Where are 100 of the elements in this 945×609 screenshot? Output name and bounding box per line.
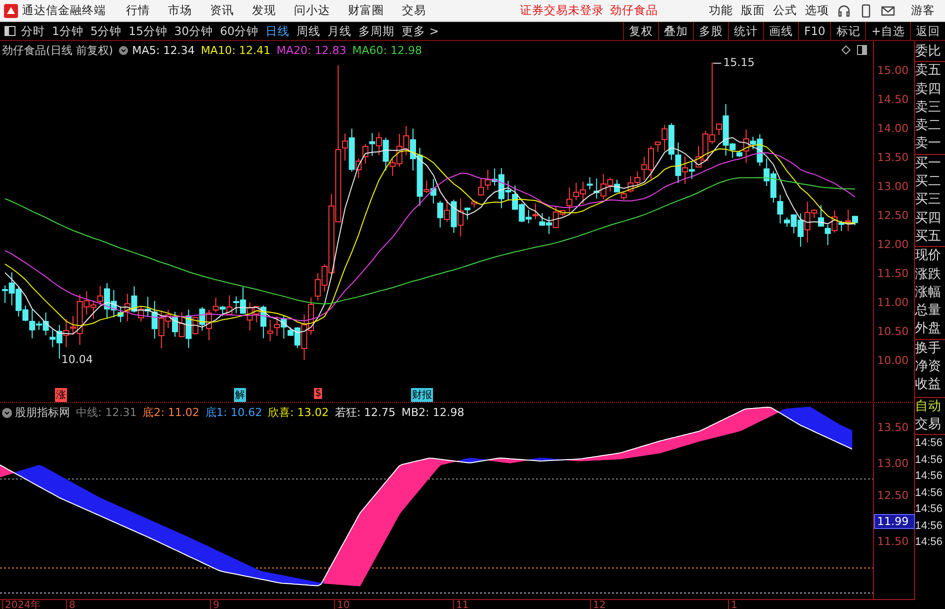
quote-label: 涨幅 (915, 284, 942, 302)
quote-label: 换手 (915, 340, 942, 358)
quote-label: 卖四 (915, 80, 942, 99)
chevron-circle-icon[interactable] (2, 408, 12, 418)
time-axis-label: 10 (334, 600, 350, 609)
indicator-axis-label: 11.50 (877, 535, 909, 548)
indicator-value: MB2: 12.98 (402, 406, 464, 419)
headset-icon[interactable] (837, 4, 851, 18)
quote-label: 现价 (915, 247, 942, 266)
toolbar-button[interactable]: 画线 (763, 22, 798, 40)
indicator-axis-label: 13.50 (877, 421, 909, 434)
toolbar-button[interactable]: 复权 (623, 22, 658, 40)
indicator-value: 底1: 10.62 (205, 405, 262, 420)
login-notice[interactable]: 证券交易未登录 (520, 3, 604, 18)
period-tab[interactable]: 周线 (296, 24, 321, 38)
menu-item[interactable]: 资讯 (210, 3, 234, 18)
toolbar-button[interactable]: +自选 (865, 22, 910, 40)
price-axis-label: 13.00 (877, 180, 909, 193)
low-price-label: 10.04 (61, 352, 93, 366)
user-label[interactable]: 游客 (911, 3, 935, 18)
quote-label: 买二 (915, 173, 942, 192)
period-tab[interactable]: 分时 (21, 24, 45, 38)
toolbar-button[interactable]: F10 (798, 22, 830, 40)
trade-time: 14:56 (915, 502, 944, 518)
quote-label: 委比 (915, 43, 945, 62)
stock-name: 劲仔食品 (610, 3, 658, 18)
event-marker[interactable]: 涨 (55, 388, 67, 402)
period-tab[interactable]: 60分钟 (220, 24, 259, 38)
menu-item[interactable]: 市场 (168, 3, 192, 18)
time-axis-label: 12 (590, 600, 606, 609)
indicator-value: 欣喜: 13.02 (268, 405, 329, 420)
app-name: 通达信金融终端 (22, 3, 106, 18)
quote-label: 卖一 (915, 135, 945, 155)
quote-label: 卖三 (915, 98, 942, 117)
cursor-value-label: 11.99 (874, 514, 916, 529)
event-marker[interactable]: 解 (234, 388, 246, 402)
trade-time: 14:56 (915, 436, 944, 452)
ma-value: MA60: 12.98 (352, 44, 422, 57)
chart-title: 劲仔食品(日线 前复权) (2, 43, 114, 58)
price-axis-label: 10.00 (877, 354, 909, 367)
phone-icon[interactable] (859, 4, 873, 18)
trade-time: 14:56 (915, 518, 944, 534)
event-marker[interactable]: $ (314, 388, 322, 399)
menu-item[interactable]: 版面 (741, 3, 765, 18)
panel-toggle-icon[interactable] (4, 25, 16, 37)
toolbar-button[interactable]: 统计 (728, 22, 764, 40)
menu-item[interactable]: 问小达 (294, 3, 330, 18)
price-axis-label: 10.50 (877, 325, 909, 338)
quote-label: 卖五 (915, 62, 942, 80)
toolbar-button[interactable]: 返回 (910, 22, 945, 40)
chevron-circle-icon[interactable] (119, 46, 128, 55)
panel-toggle-icon[interactable] (857, 45, 868, 55)
indicator-value: 若狂: 12.75 (334, 405, 396, 420)
period-tab[interactable]: 月线 (328, 24, 352, 38)
menu-item[interactable]: 发现 (252, 3, 276, 18)
toolbar-button[interactable]: 叠加 (658, 22, 694, 40)
quote-label: 卖二 (915, 117, 942, 136)
ma-value: MA10: 12.41 (200, 44, 271, 57)
period-tab[interactable]: 5分钟 (90, 24, 122, 38)
price-axis-label: 11.00 (877, 296, 909, 309)
price-axis-label: 15.00 (877, 64, 909, 77)
quote-label: 净资 (915, 358, 942, 376)
quote-label: 外盘 (915, 320, 945, 340)
trade-time: 14:56 (915, 535, 944, 550)
menu-item[interactable]: 行情 (126, 3, 150, 18)
menu-item[interactable]: 选项 (805, 3, 829, 18)
indicator-value: 底2: 11.02 (142, 405, 200, 420)
mode-toggle[interactable]: 自动 (915, 396, 945, 416)
indicator-axis-label: 13.00 (877, 457, 909, 470)
trade-label: 交易 (915, 416, 945, 436)
mail-icon[interactable] (881, 4, 895, 18)
price-axis-label: 14.00 (877, 122, 909, 135)
indicator-value: 中线: 12.31 (76, 405, 137, 420)
toolbar-button[interactable]: 多股 (693, 22, 728, 40)
toolbar-button[interactable]: 标记 (830, 22, 866, 40)
price-axis-label: 11.50 (877, 267, 909, 280)
period-tab[interactable]: 更多 > (402, 24, 439, 38)
price-axis-label: 14.50 (877, 93, 909, 106)
leader-line (712, 62, 722, 64)
indicator-axis-label: 12.50 (877, 489, 909, 502)
period-tab[interactable]: 日线 (266, 24, 290, 38)
trade-time: 14:56 (915, 486, 944, 501)
price-axis-label: 12.00 (877, 238, 909, 251)
time-axis-label: 11 (453, 600, 469, 609)
quote-label: 买一 (915, 154, 942, 173)
event-marker[interactable]: 财报 (411, 388, 433, 402)
menu-item[interactable]: 交易 (402, 3, 426, 18)
menu-item[interactable]: 财富圈 (348, 3, 384, 18)
diamond-icon[interactable] (841, 45, 852, 55)
period-tab[interactable]: 30分钟 (174, 24, 213, 38)
trade-time: 14:56 (915, 469, 944, 484)
quote-label: 涨跌 (915, 266, 942, 284)
time-axis-label: 9 (210, 600, 220, 609)
period-tab[interactable]: 15分钟 (128, 24, 168, 38)
quote-label: 买三 (915, 191, 942, 210)
period-tab[interactable]: 1分钟 (52, 24, 84, 38)
period-tab[interactable]: 多周期 (358, 24, 395, 38)
menu-item[interactable]: 公式 (773, 3, 797, 18)
menu-item[interactable]: 功能 (709, 3, 733, 18)
app-logo-icon (4, 4, 18, 18)
